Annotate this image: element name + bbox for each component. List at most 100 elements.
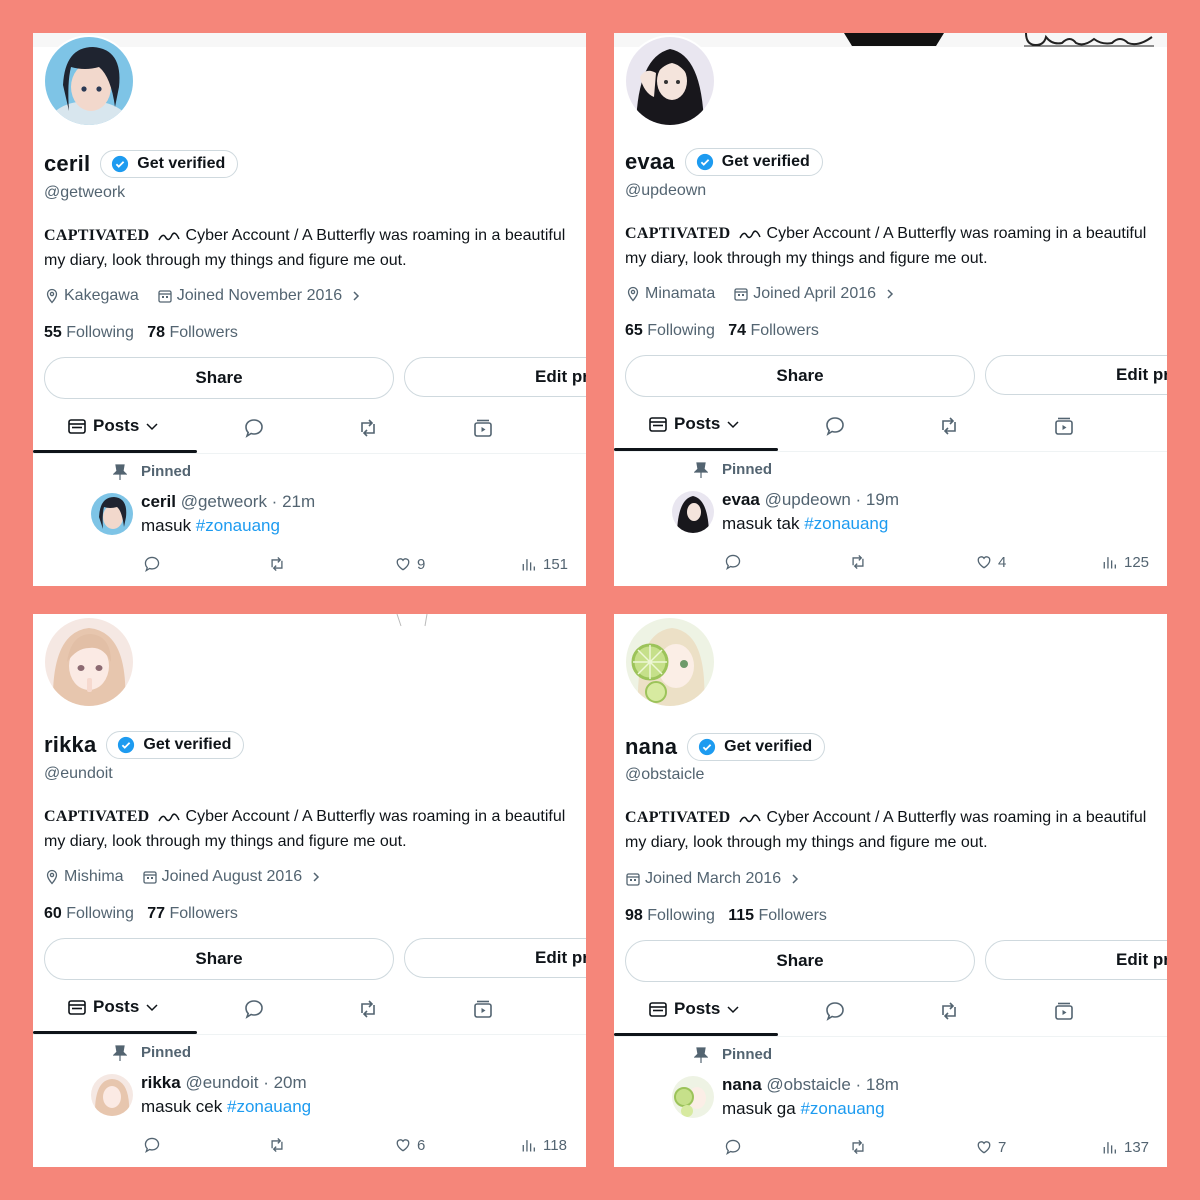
tab-reposts-icon[interactable]	[357, 998, 379, 1020]
views-chart-icon	[1103, 557, 1116, 569]
followers-link[interactable]: 77 Followers	[147, 905, 238, 922]
profile-handle: @updeown	[625, 182, 707, 199]
tab-posts[interactable]: Posts	[648, 999, 746, 1019]
tab-media-icon[interactable]	[1053, 1000, 1075, 1022]
hashtag-link[interactable]: #zonauang	[196, 516, 280, 535]
location-item: Mishima	[44, 868, 124, 886]
post-author-name[interactable]: evaa	[722, 490, 760, 509]
avatar[interactable]	[624, 616, 716, 708]
avatar[interactable]	[43, 616, 135, 708]
following-link[interactable]: 60 Following	[44, 905, 134, 922]
followers-link[interactable]: 115 Followers	[728, 907, 827, 924]
followers-link[interactable]: 78 Followers	[147, 324, 238, 341]
share-button[interactable]: Share	[44, 938, 394, 980]
tab-media-icon[interactable]	[1053, 415, 1075, 437]
like-button[interactable]: 4	[975, 553, 1006, 571]
tab-posts-label: Posts	[93, 416, 140, 435]
hashtag-link[interactable]: #zonauang	[800, 1099, 884, 1118]
followers-link[interactable]: 74 Followers	[728, 322, 819, 339]
banner-art	[396, 614, 428, 627]
repost-icon	[271, 556, 283, 572]
verified-badge-icon	[112, 155, 129, 173]
profile-tabs: Posts	[614, 990, 1167, 1037]
joined-item[interactable]: Joined November 2016	[157, 287, 362, 305]
tab-replies-icon[interactable]	[824, 1000, 846, 1022]
reply-icon	[144, 1137, 160, 1154]
like-button[interactable]: 9	[394, 555, 425, 573]
repost-button[interactable]	[268, 555, 291, 573]
views-button[interactable]: 118	[520, 1136, 567, 1154]
followers-count: 77	[147, 905, 165, 922]
avatar[interactable]	[43, 35, 135, 127]
calendar-icon	[142, 871, 157, 884]
views-button[interactable]: 137	[1101, 1138, 1149, 1156]
get-verified-button[interactable]: Get verified	[100, 150, 239, 178]
get-verified-label: Get verified	[724, 738, 813, 755]
reply-button[interactable]	[143, 1136, 166, 1154]
post-text: masuk tak #zonauang	[722, 514, 888, 534]
views-button[interactable]: 151	[520, 555, 568, 573]
edit-profile-button[interactable]: Edit pr	[404, 938, 586, 978]
avatar[interactable]	[624, 35, 716, 127]
edit-profile-button[interactable]: Edit pr	[404, 357, 586, 397]
tab-reposts-icon[interactable]	[357, 417, 379, 439]
views-chart-icon	[1103, 1142, 1116, 1154]
post-header: ceril @getweork · 21m	[141, 492, 315, 512]
posts-icon	[68, 419, 86, 434]
repost-button[interactable]	[849, 1138, 872, 1156]
get-verified-label: Get verified	[137, 155, 226, 172]
profile-tabs: Posts	[33, 988, 586, 1035]
reply-button[interactable]	[724, 1138, 747, 1156]
tab-posts[interactable]: Posts	[67, 997, 165, 1017]
repost-button[interactable]	[849, 553, 872, 571]
post-avatar[interactable]	[672, 1076, 714, 1118]
reply-button[interactable]	[143, 555, 166, 573]
tab-posts[interactable]: Posts	[67, 416, 165, 436]
following-link[interactable]: 65 Following	[625, 322, 715, 339]
bio: CAPTIVATED Cyber Account / A Butterfly wa…	[44, 223, 586, 273]
post-author-name[interactable]: ceril	[141, 492, 176, 511]
following-link[interactable]: 98 Following	[625, 907, 715, 924]
get-verified-button[interactable]: Get verified	[687, 733, 826, 761]
share-button[interactable]: Share	[625, 355, 975, 397]
joined-item[interactable]: Joined March 2016	[625, 870, 801, 888]
edit-profile-button[interactable]: Edit pr	[985, 940, 1167, 980]
following-label: Following	[647, 907, 715, 924]
following-link[interactable]: 55 Following	[44, 324, 134, 341]
get-verified-button[interactable]: Get verified	[106, 731, 245, 759]
reply-button[interactable]	[724, 553, 747, 571]
following-label: Following	[66, 324, 134, 341]
post-text: masuk cek #zonauang	[141, 1097, 311, 1117]
tab-media-icon[interactable]	[472, 417, 494, 439]
tab-replies-icon[interactable]	[243, 998, 265, 1020]
views-button[interactable]: 125	[1101, 553, 1149, 571]
post-author-name[interactable]: nana	[722, 1075, 762, 1094]
tab-reposts-icon[interactable]	[938, 1000, 960, 1022]
share-button[interactable]: Share	[44, 357, 394, 399]
get-verified-button[interactable]: Get verified	[684, 148, 823, 176]
post-body: masuk cek	[141, 1097, 227, 1116]
heart-icon	[396, 1139, 410, 1152]
location-text: Mishima	[64, 868, 124, 885]
like-button[interactable]: 7	[975, 1138, 1006, 1156]
post-avatar[interactable]	[91, 1074, 133, 1116]
joined-item[interactable]: Joined April 2016	[733, 285, 896, 303]
edit-profile-button[interactable]: Edit pr	[985, 355, 1167, 395]
tab-reposts-icon[interactable]	[938, 415, 960, 437]
tab-media-icon[interactable]	[472, 998, 494, 1020]
tab-replies-icon[interactable]	[824, 415, 846, 437]
post-header: nana @obstaicle · 18m	[722, 1075, 899, 1095]
post-body: masuk	[141, 516, 196, 535]
post-author-name[interactable]: rikka	[141, 1073, 181, 1092]
share-button[interactable]: Share	[625, 940, 975, 982]
tab-posts[interactable]: Posts	[648, 414, 746, 434]
tab-replies-icon[interactable]	[243, 417, 265, 439]
hashtag-link[interactable]: #zonauang	[227, 1097, 311, 1116]
joined-item[interactable]: Joined August 2016	[142, 868, 323, 886]
repost-button[interactable]	[268, 1136, 291, 1154]
like-button[interactable]: 6	[394, 1136, 425, 1154]
post-avatar[interactable]	[672, 491, 714, 533]
post-avatar[interactable]	[91, 493, 133, 535]
hashtag-link[interactable]: #zonauang	[804, 514, 888, 533]
view-count: 151	[543, 555, 569, 573]
